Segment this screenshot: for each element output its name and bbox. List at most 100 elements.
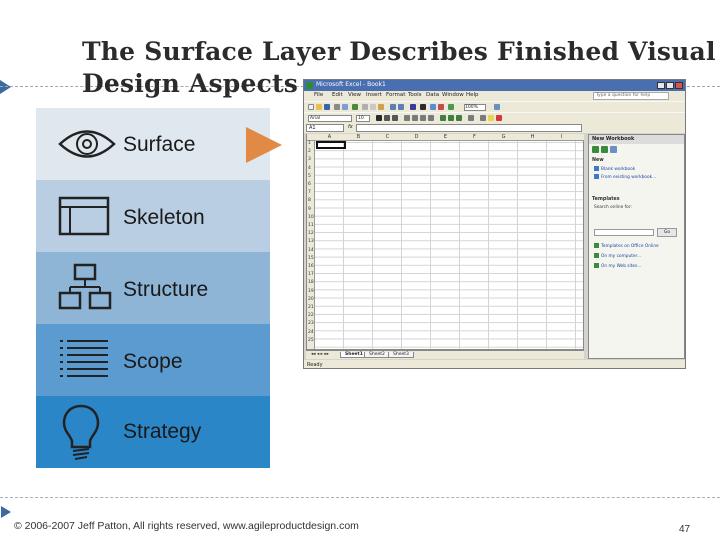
row-header[interactable]: 7 [308, 190, 311, 195]
row-header[interactable]: 6 [308, 182, 311, 187]
redo-icon[interactable] [398, 104, 404, 110]
column-header[interactable]: H [518, 134, 547, 140]
column-header[interactable]: D [402, 134, 431, 140]
menu-file[interactable]: File [314, 92, 323, 98]
chart-wizard-icon[interactable] [438, 104, 444, 110]
currency-icon[interactable] [440, 115, 446, 121]
hyperlink-icon[interactable] [410, 104, 416, 110]
fill-color-icon[interactable] [488, 115, 494, 121]
template-search-input[interactable] [594, 229, 654, 236]
row-header[interactable]: 17 [308, 272, 314, 277]
row-header[interactable]: 2 [308, 149, 311, 154]
layer-scope: Scope [36, 324, 270, 396]
align-left-icon[interactable] [404, 115, 410, 121]
home-icon[interactable] [610, 146, 617, 153]
active-cell-a1[interactable] [316, 141, 346, 149]
align-center-icon[interactable] [412, 115, 418, 121]
row-header[interactable]: 1 [308, 141, 311, 146]
comma-icon[interactable] [456, 115, 462, 121]
close-icon[interactable] [675, 82, 683, 89]
row-header[interactable]: 20 [308, 297, 314, 302]
print-icon[interactable] [334, 104, 340, 110]
borders-icon[interactable] [480, 115, 486, 121]
bold-icon[interactable] [376, 115, 382, 121]
name-box[interactable]: A1 [306, 124, 344, 132]
underline-icon[interactable] [392, 115, 398, 121]
merge-center-icon[interactable] [428, 115, 434, 121]
zoom-select[interactable]: 100% [464, 104, 486, 111]
column-header[interactable]: E [431, 134, 460, 140]
help-search-input[interactable]: Type a question for help [593, 92, 669, 100]
tab-sheet2[interactable]: Sheet2 [364, 352, 390, 358]
maximize-icon[interactable] [666, 82, 674, 89]
help-icon[interactable] [494, 104, 500, 110]
autosum-icon[interactable] [420, 104, 426, 110]
menu-edit[interactable]: Edit [332, 92, 343, 98]
percent-icon[interactable] [448, 115, 454, 121]
preview-icon[interactable] [342, 104, 348, 110]
row-header[interactable]: 22 [308, 313, 314, 318]
link-from-existing-workbook[interactable]: From existing workbook... [594, 174, 656, 180]
go-button[interactable]: Go [657, 228, 677, 237]
row-header[interactable]: 14 [308, 248, 314, 253]
align-right-icon[interactable] [420, 115, 426, 121]
row-header[interactable]: 15 [308, 256, 314, 261]
row-header[interactable]: 10 [308, 215, 314, 220]
row-header[interactable]: 23 [308, 321, 314, 326]
column-header[interactable]: C [373, 134, 402, 140]
menu-insert[interactable]: Insert [366, 92, 382, 98]
row-header[interactable]: 12 [308, 231, 314, 236]
undo-icon[interactable] [390, 104, 396, 110]
tab-nav-icon[interactable]: ◂◂ ◂ ▸ ▸▸ [307, 352, 333, 357]
font-color-icon[interactable] [496, 115, 502, 121]
row-header[interactable]: 18 [308, 280, 314, 285]
row-header[interactable]: 8 [308, 198, 311, 203]
link-templates-office-online[interactable]: Templates on Office Online [594, 243, 659, 249]
minimize-icon[interactable] [657, 82, 665, 89]
column-header[interactable]: A [315, 134, 344, 140]
paste-icon[interactable] [378, 104, 384, 110]
menu-data[interactable]: Data [426, 92, 439, 98]
font-size-select[interactable]: 10 [356, 115, 370, 122]
back-icon[interactable] [592, 146, 599, 153]
link-blank-workbook[interactable]: Blank workbook [594, 166, 635, 172]
row-header[interactable]: 11 [308, 223, 314, 228]
column-header[interactable]: F [460, 134, 489, 140]
sort-icon[interactable] [430, 104, 436, 110]
formula-input[interactable] [356, 124, 582, 132]
row-header[interactable]: 25 [308, 338, 314, 343]
row-header[interactable]: 3 [308, 157, 311, 162]
row-header[interactable]: 13 [308, 239, 314, 244]
standard-toolbar: 100% [304, 101, 685, 112]
new-icon[interactable] [308, 104, 314, 110]
column-header[interactable]: B [344, 134, 373, 140]
menu-view[interactable]: View [348, 92, 361, 98]
row-header[interactable]: 5 [308, 174, 311, 179]
menu-format[interactable]: Format [386, 92, 405, 98]
menu-window[interactable]: Window [442, 92, 464, 98]
spreadsheet-grid[interactable] [306, 134, 584, 350]
row-header[interactable]: 9 [308, 207, 311, 212]
link-on-my-web-sites[interactable]: On my Web sites... [594, 263, 641, 269]
forward-icon[interactable] [601, 146, 608, 153]
italic-icon[interactable] [384, 115, 390, 121]
column-header[interactable]: G [489, 134, 518, 140]
row-header[interactable]: 24 [308, 330, 314, 335]
drawing-icon[interactable] [448, 104, 454, 110]
column-header[interactable]: I [547, 134, 576, 140]
menu-tools[interactable]: Tools [408, 92, 422, 98]
spelling-icon[interactable] [352, 104, 358, 110]
row-header[interactable]: 16 [308, 264, 314, 269]
row-header[interactable]: 21 [308, 305, 314, 310]
open-icon[interactable] [316, 104, 322, 110]
font-name-select[interactable]: Arial [308, 115, 352, 122]
copy-icon[interactable] [370, 104, 376, 110]
row-header[interactable]: 4 [308, 166, 311, 171]
indent-icon[interactable] [468, 115, 474, 121]
menu-help[interactable]: Help [466, 92, 479, 98]
link-on-my-computer[interactable]: On my computer... [594, 253, 641, 259]
row-header[interactable]: 19 [308, 289, 314, 294]
cut-icon[interactable] [362, 104, 368, 110]
save-icon[interactable] [324, 104, 330, 110]
tab-sheet3[interactable]: Sheet3 [388, 352, 414, 358]
